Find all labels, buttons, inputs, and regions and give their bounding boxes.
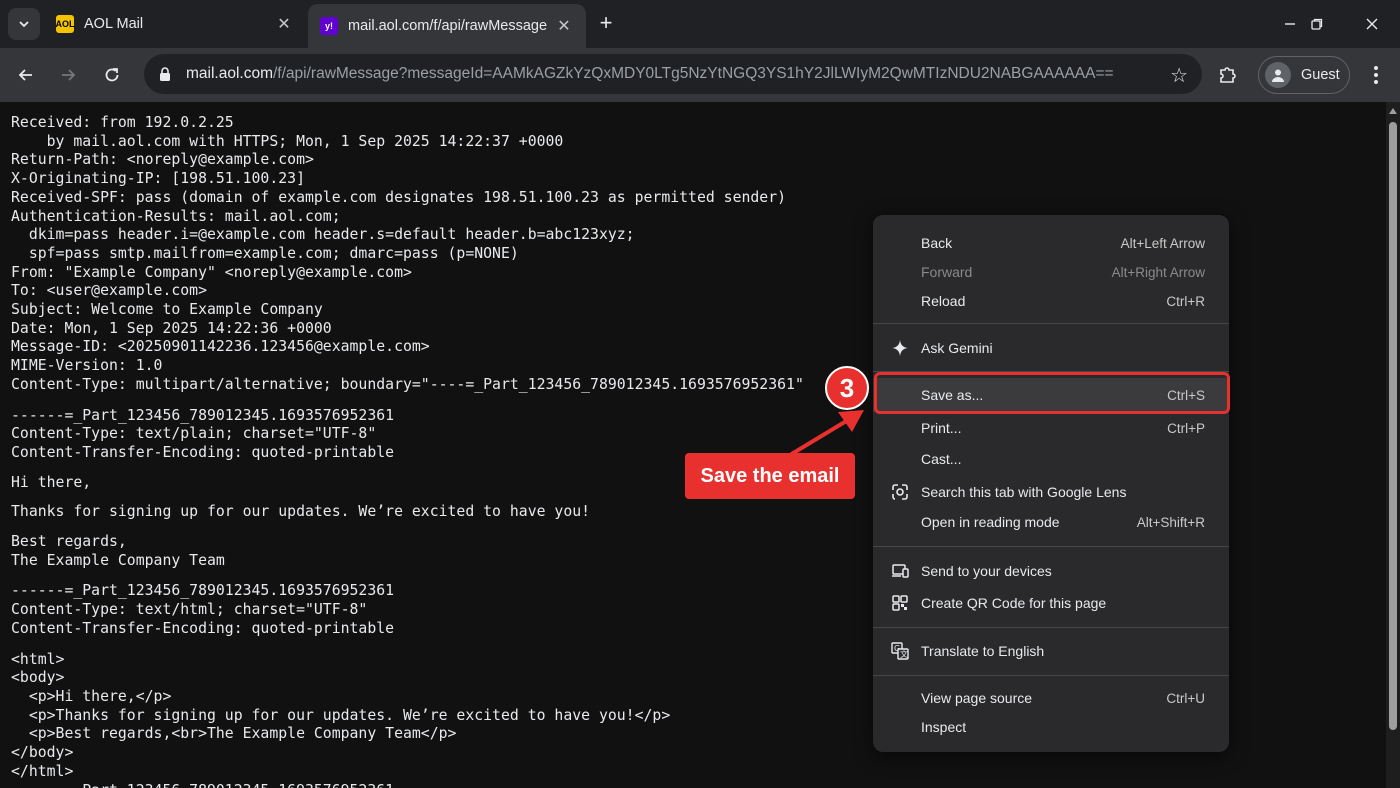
tab-aol-mail[interactable]: AOL AOL Mail ✕ xyxy=(44,4,306,44)
raw-message-line: Received: from 192.0.2.25 xyxy=(11,114,234,131)
bookmark-star-icon[interactable]: ☆ xyxy=(1170,63,1188,88)
raw-message-line: To: <user@example.com> xyxy=(11,282,207,300)
tab-search-button[interactable] xyxy=(8,8,40,40)
svg-text:文: 文 xyxy=(900,649,908,659)
close-window-button[interactable] xyxy=(1358,10,1386,38)
raw-message-line: Content-Type: text/plain; charset="UTF-8… xyxy=(11,425,377,443)
tab-title: mail.aol.com/f/api/rawMessage xyxy=(348,18,548,34)
google-lens-icon xyxy=(891,483,909,501)
menu-item-view-source[interactable]: View page source Ctrl+U xyxy=(873,684,1229,712)
raw-message-line: <p>Thanks for signing up for our updates… xyxy=(11,706,671,724)
translate-icon: G文 xyxy=(891,642,909,660)
chevron-down-icon xyxy=(19,21,29,28)
menu-divider xyxy=(873,627,1229,628)
raw-message-line: X-Originating-IP: [198.51.100.23] xyxy=(11,170,305,188)
profile-button[interactable]: Guest xyxy=(1258,56,1350,94)
context-menu: Back Alt+Left Arrow Forward Alt+Right Ar… xyxy=(873,215,1229,752)
more-options-icon[interactable] xyxy=(1364,63,1388,87)
avatar-icon xyxy=(1265,62,1291,88)
forward-button[interactable] xyxy=(52,59,84,91)
raw-message-line: </body> xyxy=(11,744,74,762)
raw-message-line: From: "Example Company" <noreply@example… xyxy=(11,263,412,281)
address-bar[interactable]: mail.aol.com/f/api/rawMessage?messageId=… xyxy=(144,54,1202,94)
new-tab-button[interactable]: + xyxy=(594,12,618,36)
menu-item-reload[interactable]: Reload Ctrl+R xyxy=(873,287,1229,315)
browser-toolbar: mail.aol.com/f/api/rawMessage?messageId=… xyxy=(0,48,1400,102)
raw-message-line: ------=_Part_123456_789012345.1693576952… xyxy=(11,582,395,600)
arrow-left-icon xyxy=(18,69,32,81)
tab-raw-message[interactable]: y! mail.aol.com/f/api/rawMessage ✕ xyxy=(308,4,586,48)
restore-button[interactable] xyxy=(1303,10,1331,38)
arrow-right-icon xyxy=(62,69,76,81)
raw-message-line: Content-Type: multipart/alternative; bou… xyxy=(11,375,804,393)
raw-message-line: Message-ID: <20250901142236.123456@examp… xyxy=(11,338,430,356)
raw-message-text: Received: from 192.0.2.25 by mail.aol.co… xyxy=(11,114,804,788)
menu-item-forward[interactable]: Forward Alt+Right Arrow xyxy=(873,258,1229,286)
raw-message-line: spf=pass smtp.mailfrom=example.com; dmar… xyxy=(11,244,519,262)
restore-icon xyxy=(1311,18,1323,30)
menu-divider xyxy=(873,546,1229,547)
menu-item-qr-code[interactable]: Create QR Code for this page xyxy=(873,589,1229,617)
raw-message-line: The Example Company Team xyxy=(11,551,225,569)
menu-item-translate[interactable]: G文 Translate to English xyxy=(873,637,1229,665)
site-info-icon[interactable] xyxy=(156,65,174,83)
close-tab-icon[interactable]: ✕ xyxy=(274,14,294,34)
extensions-puzzle-icon[interactable] xyxy=(1216,63,1240,87)
menu-divider xyxy=(873,675,1229,676)
yahoo-logo-icon: y! xyxy=(320,17,338,35)
step-number-badge: 3 xyxy=(825,366,869,410)
tab-title: AOL Mail xyxy=(84,16,144,32)
raw-message-line: Content-Type: text/html; charset="UTF-8" xyxy=(11,601,368,619)
devices-icon xyxy=(891,562,909,580)
menu-item-reading-mode[interactable]: Open in reading mode Alt+Shift+R xyxy=(873,508,1229,536)
scrollbar-thumb[interactable] xyxy=(1389,122,1397,730)
raw-message-line: MIME-Version: 1.0 xyxy=(11,357,163,375)
raw-message-line: Return-Path: <noreply@example.com> xyxy=(11,151,314,169)
reload-button[interactable] xyxy=(96,59,128,91)
menu-item-back[interactable]: Back Alt+Left Arrow xyxy=(873,229,1229,257)
raw-message-line: Received-SPF: pass (domain of example.co… xyxy=(11,188,787,206)
close-tab-icon[interactable]: ✕ xyxy=(554,16,574,36)
save-as-highlight-box xyxy=(874,372,1230,414)
aol-logo-icon: AOL xyxy=(56,15,75,33)
raw-message-line: <html> xyxy=(11,650,65,668)
scroll-up-arrow-icon[interactable] xyxy=(1389,108,1397,114)
menu-divider xyxy=(873,323,1229,324)
menu-item-print[interactable]: Print... Ctrl+P xyxy=(873,414,1229,442)
raw-message-line: ------=_Part_123456_789012345.1693576952… xyxy=(11,406,395,424)
minimize-button[interactable] xyxy=(1276,10,1304,38)
callout-label: Save the email xyxy=(685,453,855,499)
back-button[interactable] xyxy=(10,59,42,91)
menu-item-inspect[interactable]: Inspect xyxy=(873,713,1229,741)
raw-message-line: Thanks for signing up for our updates. W… xyxy=(11,503,591,521)
profile-label: Guest xyxy=(1301,67,1340,83)
raw-message-line: by mail.aol.com with HTTPS; Mon, 1 Sep 2… xyxy=(11,132,564,150)
raw-message-line: ------=_Part_123456_789012345.1693576952… xyxy=(11,782,804,788)
qr-code-icon xyxy=(891,594,909,612)
gemini-sparkle-icon xyxy=(891,339,909,357)
raw-message-line: Best regards, xyxy=(11,533,127,551)
vertical-scrollbar[interactable] xyxy=(1386,102,1400,788)
raw-message-line: Authentication-Results: mail.aol.com; xyxy=(11,207,341,225)
minimize-icon xyxy=(1285,23,1295,25)
raw-message-line: <p>Hi there,</p> xyxy=(11,687,172,705)
raw-message-line: <body> xyxy=(11,669,65,687)
raw-message-line: Subject: Welcome to Example Company xyxy=(11,301,323,319)
raw-message-line: <p>Best regards,<br>The Example Company … xyxy=(11,725,457,743)
raw-message-line: Content-Transfer-Encoding: quoted-printa… xyxy=(11,619,395,637)
menu-item-send-to-devices[interactable]: Send to your devices xyxy=(873,557,1229,585)
raw-message-line: dkim=pass header.i=@example.com header.s… xyxy=(11,226,635,244)
menu-item-cast[interactable]: Cast... xyxy=(873,445,1229,473)
raw-message-line: </html> xyxy=(11,762,74,780)
tab-strip: AOL AOL Mail ✕ y! mail.aol.com/f/api/raw… xyxy=(0,0,1400,48)
menu-item-google-lens[interactable]: Search this tab with Google Lens xyxy=(873,478,1229,506)
reload-icon xyxy=(105,68,119,82)
menu-item-ask-gemini[interactable]: Ask Gemini xyxy=(873,334,1229,362)
raw-message-line: Date: Mon, 1 Sep 2025 14:22:36 +0000 xyxy=(11,319,332,337)
close-icon xyxy=(1366,18,1378,30)
url-text[interactable]: mail.aol.com/f/api/rawMessage?messageId=… xyxy=(186,65,1114,83)
